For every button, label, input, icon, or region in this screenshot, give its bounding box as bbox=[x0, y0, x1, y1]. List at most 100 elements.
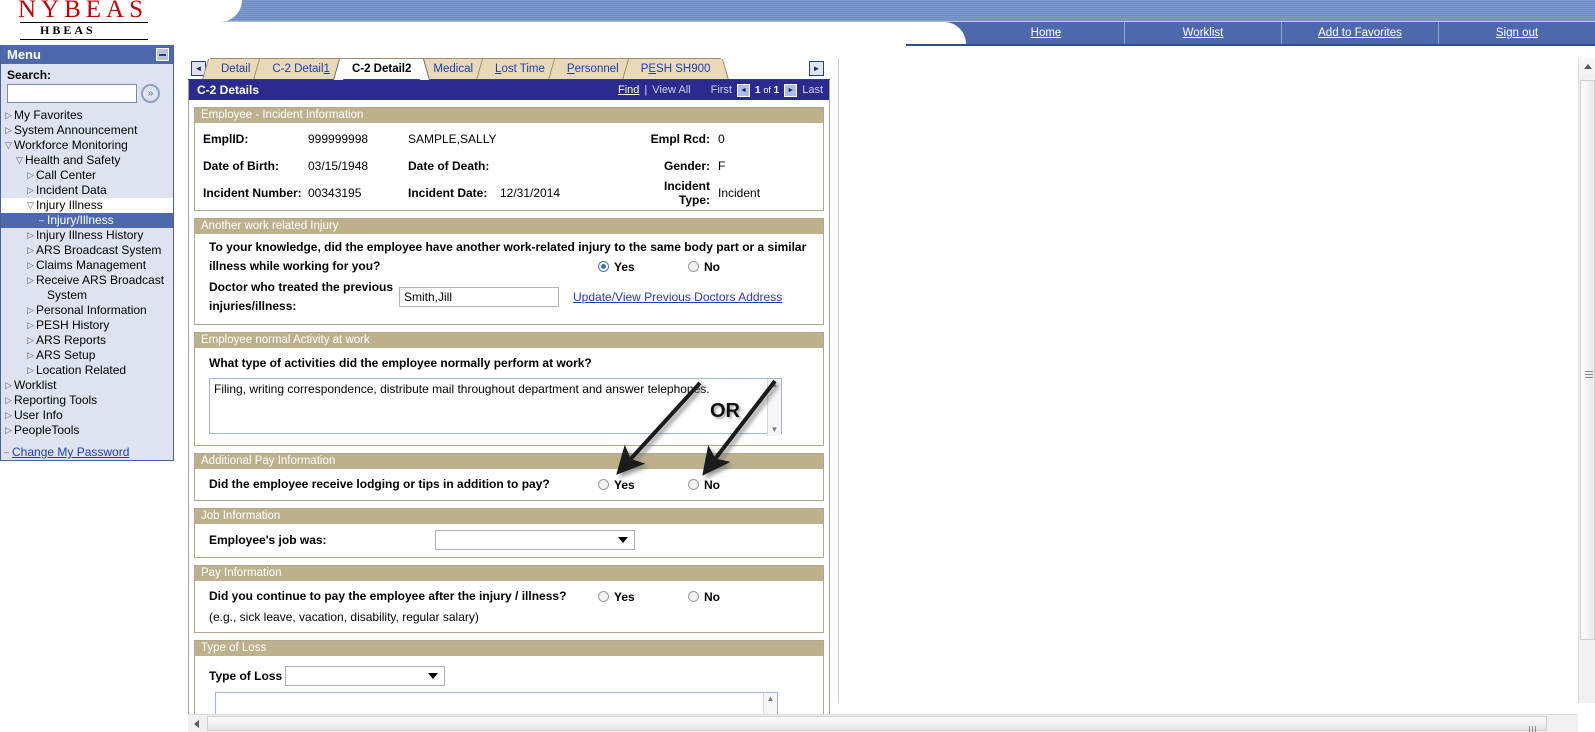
additional-pay-no-radio[interactable] bbox=[688, 478, 699, 490]
dob-value: 03/15/1948 bbox=[308, 158, 369, 173]
sidebar-item-incident-data[interactable]: ▷ Incident Data bbox=[1, 183, 173, 198]
incident-date-label: Incident Date: bbox=[408, 185, 488, 200]
tab-label: Lost Time bbox=[495, 63, 545, 75]
pay-no-radio[interactable] bbox=[688, 590, 699, 602]
panel-header: C-2 Details Find | View All First ◄ 1 of… bbox=[189, 80, 829, 100]
view-all-link[interactable]: View All bbox=[652, 84, 690, 96]
brand-primary-text: NYBEAS bbox=[18, 0, 149, 23]
first-label[interactable]: First bbox=[711, 84, 732, 96]
sidebar-item-personal-information[interactable]: ▷ Personal Information bbox=[1, 303, 173, 318]
chevron-right-icon: ▷ bbox=[5, 125, 12, 135]
sidebar-item-my-favorites[interactable]: ▷ My Favorites bbox=[1, 108, 173, 123]
nav-home[interactable]: Home bbox=[968, 22, 1124, 44]
chevron-right-icon: ▷ bbox=[27, 365, 34, 375]
sidebar-item-location-related[interactable]: ▷ Location Related bbox=[1, 363, 173, 378]
next-record-button[interactable]: ► bbox=[784, 83, 798, 97]
type-of-loss-label: Type of Loss bbox=[209, 668, 283, 683]
activity-textarea[interactable] bbox=[209, 378, 782, 434]
additional-pay-yes-radio[interactable] bbox=[598, 478, 609, 490]
another-injury-no-radio[interactable] bbox=[688, 260, 699, 272]
top-banner bbox=[196, 0, 1595, 22]
tab-medical[interactable]: Medical bbox=[422, 58, 485, 79]
activity-textarea-scrollbar[interactable]: ▲ ▼ bbox=[767, 379, 781, 436]
sidebar-item-label: ARS Broadcast System bbox=[36, 243, 162, 257]
nav-sign-out[interactable]: Sign out bbox=[1438, 22, 1595, 44]
tab-c-2-detail2[interactable]: C-2 Detail2 bbox=[340, 58, 423, 79]
sidebar-item-receive-ars-broadcast[interactable]: ▷ Receive ARS Broadcast bbox=[1, 273, 173, 288]
sidebar-item-ars-broadcast-system[interactable]: ▷ ARS Broadcast System bbox=[1, 243, 173, 258]
page-vertical-scrollbar[interactable] bbox=[1578, 58, 1595, 703]
another-injury-yes-option[interactable]: Yes bbox=[598, 260, 688, 274]
search-input[interactable] bbox=[7, 84, 137, 103]
sidebar-item-injury-illness[interactable]: ▽ Injury Illness bbox=[1, 198, 173, 213]
vertical-scroll-thumb[interactable] bbox=[1580, 80, 1595, 640]
sidebar-item-workforce-monitoring[interactable]: ▽ Workforce Monitoring bbox=[1, 138, 173, 153]
chevron-right-icon: ▷ bbox=[5, 395, 12, 405]
scroll-left-button[interactable] bbox=[188, 715, 205, 732]
tab-lost-time[interactable]: Lost Time bbox=[484, 58, 556, 79]
left-triangle-icon: ◄ bbox=[194, 63, 203, 73]
global-nav-links: Home Worklist Add to Favorites Sign out bbox=[968, 22, 1595, 44]
sidebar-item-claims-management[interactable]: ▷ Claims Management bbox=[1, 258, 173, 273]
sidebar-item-injury-illness[interactable]: – Injury/Illness bbox=[1, 213, 173, 228]
another-injury-yes-radio[interactable] bbox=[598, 260, 609, 272]
sidebar-item-label: ARS Setup bbox=[36, 348, 96, 362]
nav-worklist[interactable]: Worklist bbox=[1124, 22, 1281, 44]
employee-row-2: Date of Birth: 03/15/1948 Date of Death:… bbox=[203, 152, 815, 179]
sidebar-item-worklist[interactable]: ▷ Worklist bbox=[1, 378, 173, 393]
update-view-doctors-address-link[interactable]: Update/View Previous Doctors Address bbox=[573, 290, 782, 304]
sidebar-item-injury-illness-history[interactable]: ▷ Injury Illness History bbox=[1, 228, 173, 243]
scroll-grip-icon bbox=[1529, 721, 1538, 732]
chevron-down-icon bbox=[618, 537, 628, 543]
tab-list: Detail C-2 Detail1 C-2 Detail2 Medical Lost … bbox=[210, 58, 722, 79]
sidebar-item-ars-reports[interactable]: ▷ ARS Reports bbox=[1, 333, 173, 348]
nav-add-to-favorites[interactable]: Add to Favorites bbox=[1281, 22, 1438, 44]
pay-yes-radio[interactable] bbox=[598, 590, 609, 602]
annotation-or-label: OR bbox=[710, 400, 740, 422]
type-of-loss-title: Type of Loss bbox=[195, 641, 823, 656]
chevron-right-icon: ▷ bbox=[5, 380, 12, 390]
another-injury-no-option[interactable]: No bbox=[688, 260, 720, 274]
sidebar-item-peopletools[interactable]: ▷ PeopleTools bbox=[1, 423, 173, 438]
tab-c-2-detail1[interactable]: C-2 Detail1 bbox=[261, 58, 341, 79]
change-password-link[interactable]: – Change My Password bbox=[1, 442, 173, 460]
search-submit-icon[interactable]: » bbox=[141, 84, 160, 103]
job-select[interactable] bbox=[435, 530, 635, 550]
additional-pay-no-option[interactable]: No bbox=[688, 478, 720, 492]
find-link[interactable]: Find bbox=[618, 84, 639, 96]
tab-label: PESH SH900 bbox=[640, 63, 711, 75]
another-injury-question-line2: illness while working for you? bbox=[209, 259, 381, 273]
tab-pesh-sh900[interactable]: PESH SH900 bbox=[629, 58, 722, 79]
tab-next-button[interactable]: ► bbox=[809, 61, 824, 76]
sidebar-item-system-announcement[interactable]: ▷ System Announcement bbox=[1, 123, 173, 138]
employee-incident-section: Employee - Incident Information EmplID: … bbox=[194, 107, 824, 211]
last-label[interactable]: Last bbox=[802, 84, 823, 96]
sidebar-item-ars-setup[interactable]: ▷ ARS Setup bbox=[1, 348, 173, 363]
menu-title: Menu bbox=[7, 47, 41, 62]
doctor-name-input[interactable] bbox=[399, 287, 559, 307]
scroll-up-button[interactable] bbox=[1579, 58, 1595, 75]
sidebar-item-pesh-history[interactable]: ▷ PESH History bbox=[1, 318, 173, 333]
page-horizontal-scrollbar[interactable] bbox=[188, 714, 1578, 732]
sidebar-item-health-and-safety[interactable]: ▽ Health and Safety bbox=[1, 153, 173, 168]
sidebar-item-user-info[interactable]: ▷ User Info bbox=[1, 408, 173, 423]
pay-no-option[interactable]: No bbox=[688, 590, 720, 604]
sidebar-item-label: Injury/Illness bbox=[47, 213, 114, 227]
tab-personnel[interactable]: Personnel bbox=[555, 58, 630, 79]
pay-yes-option[interactable]: Yes bbox=[598, 590, 688, 604]
pay-information-section: Pay Information Did you continue to pay … bbox=[194, 565, 824, 633]
sidebar-item-system[interactable]: System bbox=[1, 288, 173, 303]
another-injury-no-label: No bbox=[704, 259, 720, 274]
sidebar-item-call-center[interactable]: ▷ Call Center bbox=[1, 168, 173, 183]
sidebar-item-label: System bbox=[47, 288, 88, 302]
menu-collapse-button[interactable] bbox=[156, 48, 169, 61]
type-of-loss-select[interactable] bbox=[285, 666, 445, 686]
prev-record-button[interactable]: ◄ bbox=[737, 83, 750, 97]
additional-pay-yes-label: Yes bbox=[614, 477, 635, 492]
nav-separator: | bbox=[644, 84, 648, 96]
sidebar-item-reporting-tools[interactable]: ▷ Reporting Tools bbox=[1, 393, 173, 408]
horizontal-scroll-thumb[interactable] bbox=[207, 716, 1547, 732]
additional-pay-yes-option[interactable]: Yes bbox=[598, 478, 688, 492]
sidebar-item-label: ARS Reports bbox=[36, 333, 107, 347]
chevron-down-icon: ▽ bbox=[27, 200, 34, 210]
